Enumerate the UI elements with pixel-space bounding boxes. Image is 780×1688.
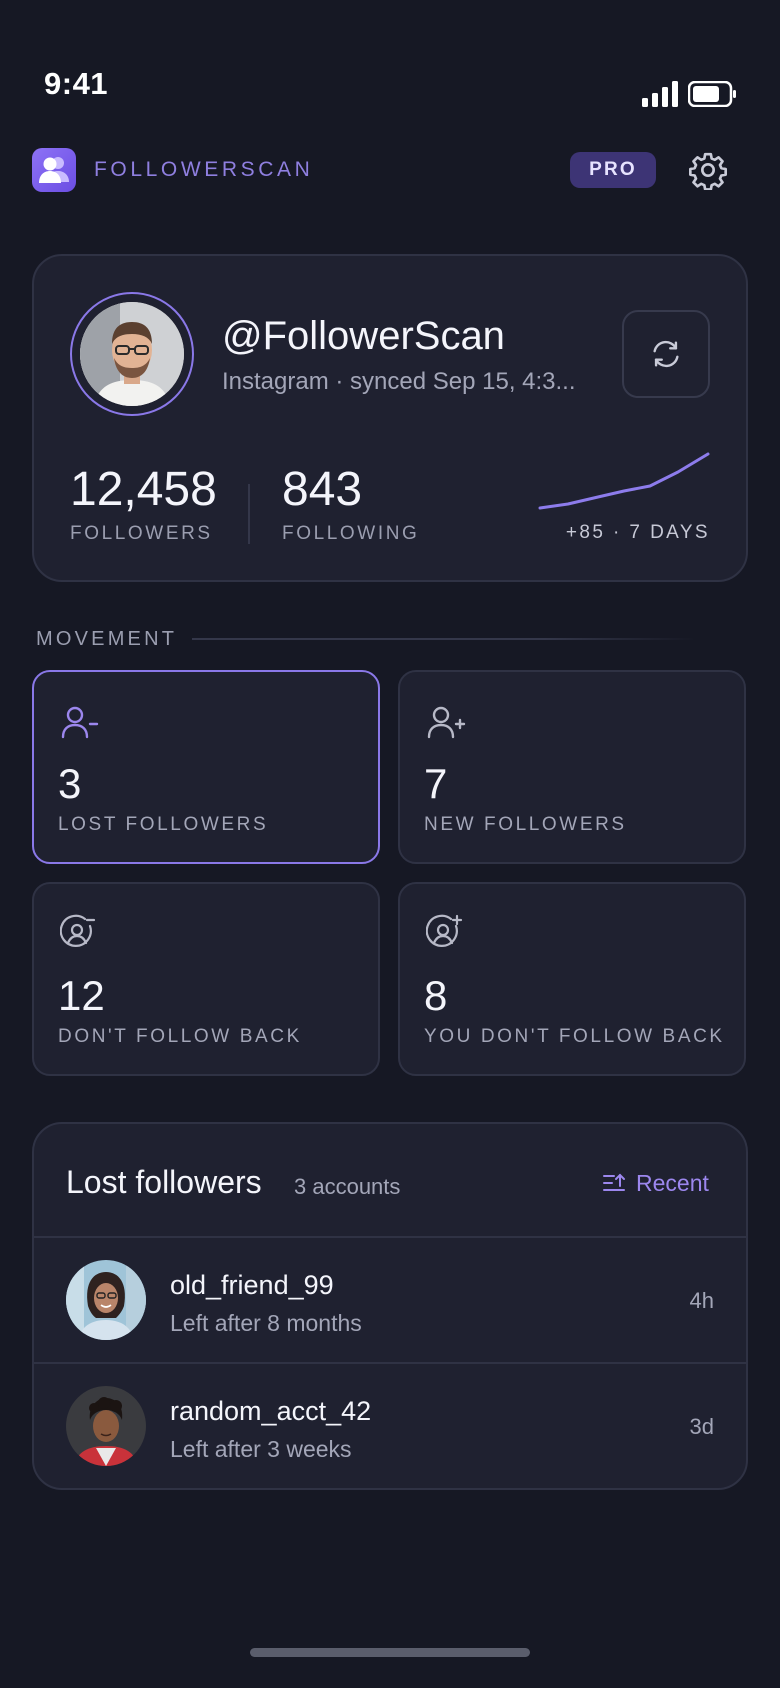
tile-value: 8: [424, 972, 448, 1019]
section-divider: [192, 638, 696, 640]
refresh-icon: [653, 340, 679, 368]
row-subtitle: Left after 3 weeks: [170, 1436, 352, 1462]
following-label: FOLLOWING: [282, 523, 420, 544]
row-username: old_friend_99: [170, 1270, 334, 1300]
section-title-movement: MOVEMENT: [36, 628, 178, 650]
row-time: 3d: [689, 1414, 714, 1439]
row-time: 4h: [689, 1288, 714, 1313]
battery-icon: [688, 81, 736, 107]
following-count: 843: [282, 463, 363, 516]
sort-icon: [603, 1173, 625, 1191]
sync-info: Instagram · synced Sep 15, 4:3...: [222, 368, 576, 395]
pro-badge[interactable]: PRO: [570, 152, 656, 188]
row-username: random_acct_42: [170, 1396, 372, 1426]
app-name: FOLLOWERSCAN: [94, 158, 314, 181]
avatar: [66, 1260, 146, 1340]
account-handle: @FollowerScan: [222, 314, 505, 358]
trend-label: +85 · 7 DAYS: [565, 522, 710, 543]
avatar: [66, 1386, 146, 1466]
tile-label: DON'T FOLLOW BACK: [58, 1026, 302, 1047]
sort-label: Recent: [636, 1169, 709, 1196]
row-subtitle: Left after 8 months: [170, 1310, 362, 1336]
tile-value: 12: [58, 972, 105, 1019]
stat-divider: [248, 484, 250, 544]
home-indicator[interactable]: [250, 1648, 530, 1657]
refresh-button[interactable]: [622, 310, 710, 398]
list-title: Lost followers: [66, 1164, 262, 1200]
tile-you-dont-follow-back[interactable]: 8 YOU DON'T FOLLOW BACK: [398, 882, 746, 1076]
avatar: [80, 302, 184, 406]
user-plus-icon: [427, 706, 466, 739]
trend-sparkline: [538, 452, 710, 510]
tile-label: YOU DON'T FOLLOW BACK: [424, 1026, 725, 1047]
followers-label: FOLLOWERS: [70, 523, 213, 544]
sort-button[interactable]: Recent: [602, 1166, 709, 1200]
circle-user-plus-icon: [426, 914, 463, 947]
tile-label: NEW FOLLOWERS: [424, 814, 627, 835]
signal-icon: [642, 81, 678, 107]
settings-button[interactable]: [688, 150, 728, 191]
list-divider: [34, 1236, 746, 1238]
user-minus-icon: [61, 706, 99, 739]
tile-dont-follow-back[interactable]: 12 DON'T FOLLOW BACK: [32, 882, 380, 1076]
tile-value: 7: [424, 760, 448, 807]
gear-icon: [689, 152, 727, 191]
circle-user-minus-icon: [60, 914, 96, 947]
users-icon: [39, 157, 69, 183]
tile-label: LOST FOLLOWERS: [58, 814, 269, 835]
status-time: 9:41: [44, 66, 109, 101]
tile-value: 3: [58, 760, 82, 807]
app-logo: [32, 148, 76, 192]
list-count: 3 accounts: [294, 1174, 401, 1199]
tile-new-followers[interactable]: 7 NEW FOLLOWERS: [398, 670, 746, 864]
tile-lost-followers[interactable]: 3 LOST FOLLOWERS: [32, 670, 380, 864]
followers-count: 12,458: [70, 463, 217, 516]
